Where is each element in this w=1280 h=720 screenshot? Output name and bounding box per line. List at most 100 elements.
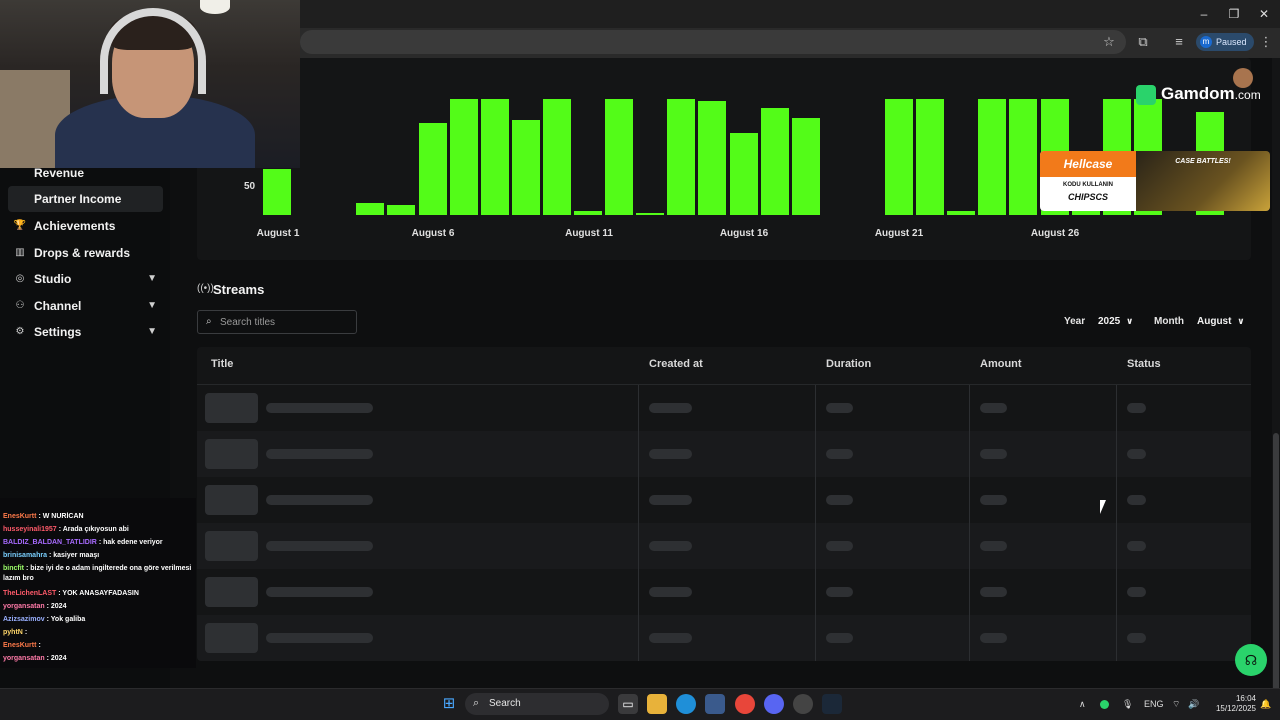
webcam-lamp: [200, 0, 230, 14]
chart-bar[interactable]: [511, 120, 540, 215]
column-header-created-at[interactable]: Created at: [649, 358, 703, 370]
gamdom-ad: Gamdom.com: [1161, 84, 1261, 104]
chat-text: : YOK ANASAYFADASIN: [58, 590, 139, 597]
notification-icon[interactable]: 🔔: [1260, 699, 1271, 710]
table-row[interactable]: [197, 523, 1251, 569]
year-value: 2025: [1098, 316, 1121, 327]
chart-bar[interactable]: [947, 211, 976, 215]
hellcase-instruction: KODU KULLANIN: [1063, 182, 1113, 188]
chart-bar[interactable]: [760, 108, 789, 215]
chart-bar[interactable]: [605, 99, 634, 215]
discord-icon[interactable]: [764, 694, 784, 714]
table-row[interactable]: [197, 615, 1251, 661]
chart-bar[interactable]: [263, 169, 291, 215]
chart-bar[interactable]: [698, 101, 727, 215]
task-view-icon[interactable]: ▭: [618, 694, 638, 714]
sidebar-item-channel[interactable]: ⚇ Channel ▼: [8, 293, 163, 319]
streams-heading: Streams: [213, 282, 265, 297]
sidebar-item-studio[interactable]: ◎ Studio ▼: [8, 266, 163, 292]
sidebar-item-achievements[interactable]: 🏆 Achievements: [8, 213, 163, 239]
bookmark-star-icon[interactable]: ☆: [1101, 34, 1117, 50]
clock-date: 15/12/2025: [1215, 704, 1256, 713]
column-header-title[interactable]: Title: [211, 358, 233, 370]
chat-username: Azizsazimov: [3, 616, 45, 623]
profile-paused-button[interactable]: m Paused: [1196, 33, 1254, 51]
chevron-down-icon: ▼: [147, 326, 157, 337]
hellcase-ad: Hellcase KODU KULLANIN CHIPSCS CASE BATT…: [1040, 151, 1270, 211]
extensions-icon[interactable]: ⧉: [1135, 34, 1151, 50]
support-chat-button[interactable]: ☊: [1235, 644, 1267, 676]
duration-skeleton: [826, 449, 853, 459]
column-header-status[interactable]: Status: [1127, 358, 1161, 370]
chart-bar[interactable]: [542, 99, 571, 215]
chat-message: BALDIZ_BALDAN_TATLIDIR: hak edene veriyo…: [3, 538, 195, 548]
table-row[interactable]: [197, 477, 1251, 523]
wifi-icon[interactable]: ⌔: [1172, 699, 1180, 710]
scroll-thumb[interactable]: [1273, 433, 1279, 720]
column-header-amount[interactable]: Amount: [980, 358, 1022, 370]
minimize-icon[interactable]: –: [1196, 6, 1212, 22]
file-explorer-icon[interactable]: [647, 694, 667, 714]
chat-text: : 2024: [46, 603, 67, 610]
edge-icon[interactable]: [676, 694, 696, 714]
search-titles-input[interactable]: [220, 314, 350, 330]
volume-icon[interactable]: 🔊: [1188, 699, 1199, 710]
chart-bar[interactable]: [978, 99, 1007, 215]
microphone-icon[interactable]: 🎙: [1122, 699, 1133, 710]
tray-chevron-icon[interactable]: ∧: [1079, 699, 1086, 710]
year-select[interactable]: 2025 ∨: [1098, 316, 1133, 327]
people-icon: ⚇: [15, 300, 25, 311]
gamdom-logo-icon: [1136, 85, 1156, 105]
y-tick-label: 50: [244, 181, 256, 192]
windows-start-icon[interactable]: ⊞: [439, 694, 459, 714]
chart-bar[interactable]: [574, 211, 602, 215]
column-header-duration[interactable]: Duration: [826, 358, 871, 370]
chart-bar[interactable]: [356, 203, 385, 215]
chat-text: : hak edene veriyor: [98, 539, 163, 546]
taskbar-clock[interactable]: 16:04 15/12/2025: [1206, 694, 1256, 714]
steam-icon[interactable]: [822, 694, 842, 714]
chart-bar[interactable]: [791, 118, 820, 215]
app-icon[interactable]: [793, 694, 813, 714]
language-indicator[interactable]: ENG: [1144, 699, 1164, 709]
chat-username: TheLichenLAST: [3, 590, 57, 597]
media-control-icon[interactable]: ≡: [1171, 34, 1187, 50]
broadcast-icon: ((•)): [197, 283, 214, 294]
year-label: Year: [1064, 316, 1086, 327]
restore-icon[interactable]: ❐: [1226, 6, 1242, 22]
chrome-icon[interactable]: [735, 694, 755, 714]
chart-bar[interactable]: [916, 99, 945, 215]
chart-bar[interactable]: [636, 213, 665, 215]
sidebar-item-drops-rewards[interactable]: ▥ Drops & rewards: [8, 240, 163, 266]
chart-bar[interactable]: [885, 99, 913, 215]
page-scrollbar[interactable]: [1272, 58, 1280, 720]
close-icon[interactable]: ✕: [1256, 6, 1272, 22]
sidebar-item-settings[interactable]: ⚙ Settings ▼: [8, 319, 163, 345]
search-titles-box[interactable]: ⌕: [197, 310, 357, 334]
table-row[interactable]: [197, 431, 1251, 477]
taskbar-search[interactable]: ⌕ Search: [465, 693, 609, 715]
chart-bar[interactable]: [729, 133, 758, 215]
status-skeleton: [1127, 633, 1146, 643]
chat-text: : Yok galiba: [46, 616, 86, 623]
chart-bar[interactable]: [1009, 99, 1038, 215]
chart-bar[interactable]: [480, 99, 509, 215]
x-tick-label: August 21: [874, 228, 924, 239]
table-row[interactable]: [197, 569, 1251, 615]
sidebar-item-label: Drops & rewards: [34, 246, 131, 260]
chat-message: bincfit: bize iyi de o adam ingilterede …: [3, 564, 195, 584]
chart-bar[interactable]: [387, 205, 416, 215]
amount-skeleton: [980, 633, 1007, 643]
chart-bar[interactable]: [449, 99, 478, 215]
store-icon[interactable]: [705, 694, 725, 714]
address-bar[interactable]: [300, 30, 1126, 54]
tray-app-icon[interactable]: [1100, 700, 1109, 709]
table-row[interactable]: [197, 385, 1251, 431]
chart-bar[interactable]: [667, 99, 696, 215]
browser-menu-icon[interactable]: ⋮: [1258, 34, 1274, 50]
sidebar-item-partner-income[interactable]: Partner Income: [8, 186, 163, 212]
chart-bar[interactable]: [418, 123, 447, 215]
month-select[interactable]: August ∨: [1197, 316, 1245, 327]
chat-text: : 2024: [46, 655, 67, 662]
studio-icon: ◎: [15, 273, 25, 284]
